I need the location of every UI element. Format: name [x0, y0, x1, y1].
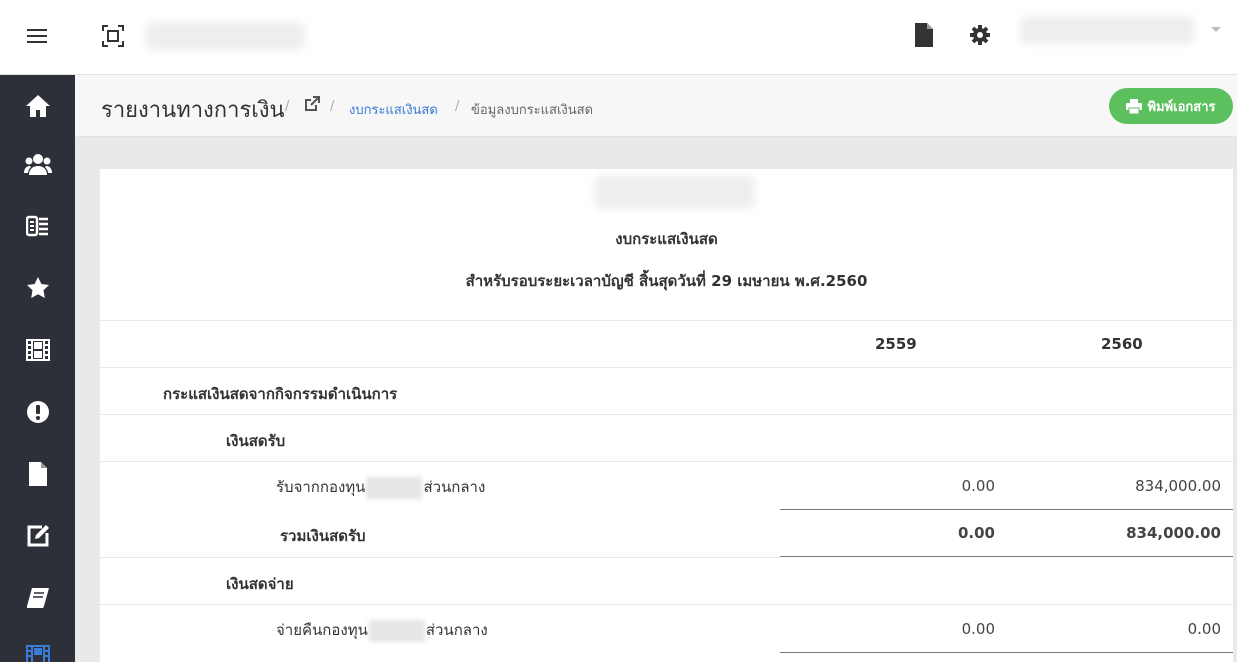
breadcrumb-separator: / — [330, 99, 335, 114]
edit-icon — [27, 525, 49, 547]
section-heading: กระแสเงินสดจากกิจกรรมดำเนินการ — [163, 385, 398, 403]
breadcrumb-current: ข้อมูลงบกระแสเงินสด — [471, 103, 594, 118]
payments-heading: เงินสดจ่าย — [226, 575, 294, 593]
sidebar — [0, 75, 75, 662]
sidebar-item-documents[interactable] — [0, 443, 75, 505]
file-icon — [28, 462, 47, 486]
receipt-value-2560: 834,000.00 — [1135, 477, 1221, 495]
external-link-icon[interactable] — [304, 96, 320, 112]
sidebar-item-home[interactable] — [0, 75, 75, 137]
divider — [100, 367, 1233, 368]
report-title: งบกระแสเงินสด — [615, 230, 718, 248]
users-icon — [23, 154, 52, 175]
total-line — [780, 556, 1233, 557]
sidebar-item-reports-active[interactable] — [0, 625, 75, 662]
divider — [100, 604, 1233, 605]
sidebar-item-favorites[interactable] — [0, 257, 75, 319]
film-icon — [25, 645, 50, 662]
divider — [100, 320, 1233, 321]
sidebar-item-edit[interactable] — [0, 505, 75, 567]
fullscreen-icon[interactable] — [102, 25, 124, 47]
receipt-value-2559: 0.00 — [961, 477, 995, 495]
fund-name-redacted — [368, 619, 425, 642]
site-name-redacted — [145, 22, 305, 50]
sidebar-item-alerts[interactable] — [0, 381, 75, 443]
star-icon — [26, 277, 49, 298]
receipts-heading: เงินสดรับ — [226, 432, 286, 450]
home-icon — [25, 95, 50, 117]
sidebar-item-ledger[interactable] — [0, 195, 75, 257]
sidebar-item-users[interactable] — [0, 133, 75, 195]
divider — [100, 557, 780, 558]
top-navbar — [0, 0, 1237, 75]
print-button-label: พิมพ์เอกสาร — [1147, 99, 1216, 115]
sidebar-item-books[interactable] — [0, 567, 75, 629]
report-panel: งบกระแสเงินสด สำหรับรอบระยะเวลาบัญชี สิ้… — [100, 169, 1233, 662]
receipts-total-label: รวมเงินสดรับ — [280, 527, 366, 545]
subtotal-line — [780, 509, 1233, 510]
year-header-2559: 2559 — [875, 335, 917, 353]
print-icon — [1126, 98, 1143, 114]
receipts-total-2560: 834,000.00 — [1126, 524, 1221, 542]
file-icon[interactable] — [913, 23, 935, 47]
hamburger-icon[interactable] — [27, 29, 47, 43]
subtotal-line — [780, 652, 1233, 653]
breadcrumb-separator: / — [455, 99, 460, 114]
film-icon — [25, 339, 50, 361]
table-row-payment-label: จ่ายคืนกองทุน ส่วนกลาง — [276, 618, 488, 642]
chevron-down-icon[interactable] — [1211, 27, 1221, 32]
year-header-2560: 2560 — [1101, 335, 1143, 353]
sidebar-item-media[interactable] — [0, 319, 75, 381]
payment-value-2559: 0.00 — [961, 620, 995, 638]
book-icon — [26, 588, 49, 608]
fund-name-redacted — [366, 476, 423, 499]
breadcrumb-separator: / — [285, 99, 290, 114]
user-menu-redacted[interactable] — [1020, 16, 1195, 44]
table-row-receipt-label: รับจากกองทุน ส่วนกลาง — [276, 475, 485, 499]
divider — [100, 461, 1233, 462]
breadcrumb: รายงานทางการเงิน / / งบกระแสเงินสด / ข้อ… — [75, 75, 1237, 137]
payment-value-2560: 0.00 — [1187, 620, 1221, 638]
organization-name-redacted — [595, 175, 755, 209]
ledger-icon — [25, 215, 48, 237]
print-button[interactable]: พิมพ์เอกสาร — [1109, 88, 1233, 124]
breadcrumb-link-cashflow[interactable]: งบกระแสเงินสด — [349, 99, 438, 120]
report-subtitle: สำหรับรอบระยะเวลาบัญชี สิ้นสุดวันที่ 29 … — [465, 272, 868, 290]
receipts-total-2559: 0.00 — [957, 524, 995, 542]
page-title: รายงานทางการเงิน — [101, 97, 285, 122]
gear-icon[interactable] — [969, 24, 991, 46]
divider — [100, 414, 1233, 415]
alert-icon — [26, 401, 49, 423]
